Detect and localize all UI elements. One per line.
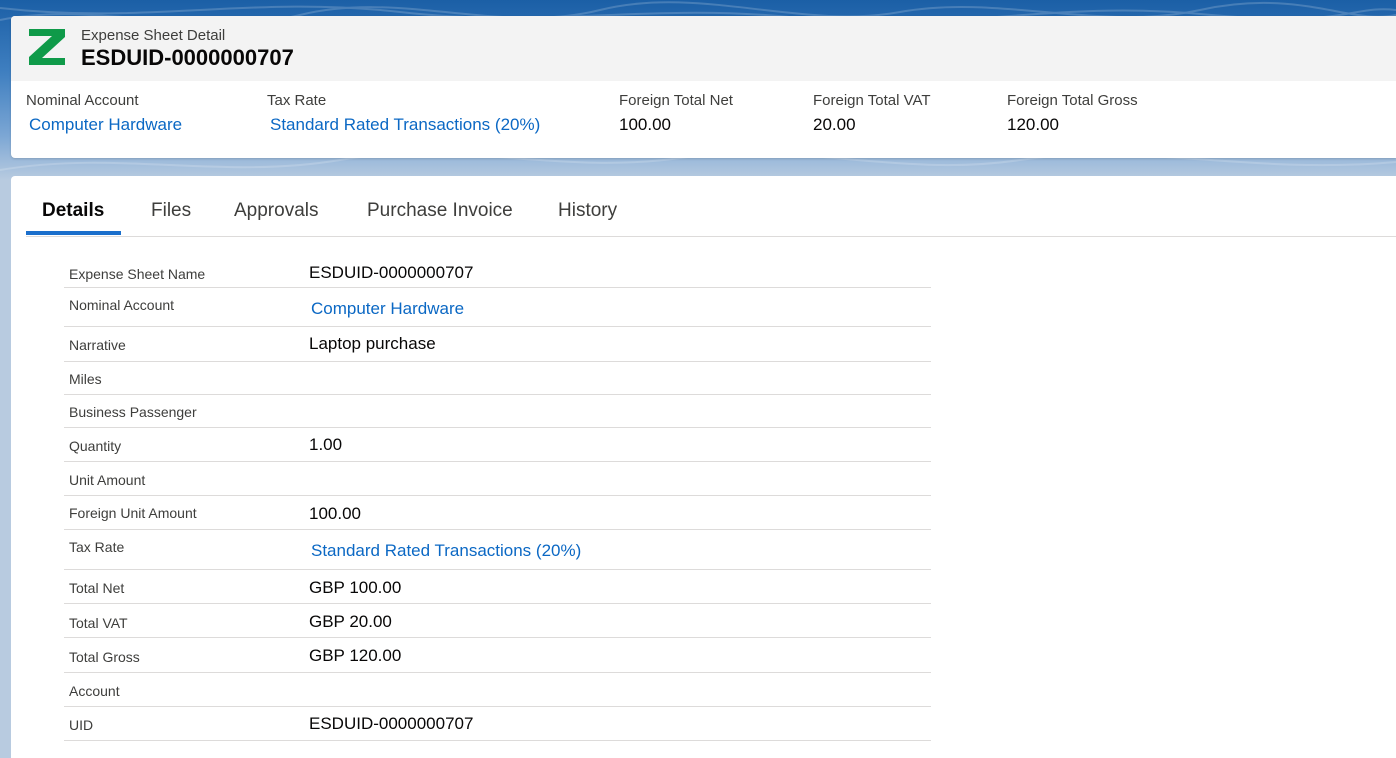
detail-value: GBP 120.00 [309, 646, 402, 665]
header-field-label-nominal-account: Nominal Account [26, 92, 139, 109]
detail-value: Laptop purchase [309, 334, 436, 353]
detail-row-foreign-unit-amount: Foreign Unit Amount 100.00 [64, 496, 931, 530]
detail-label: UID [69, 717, 94, 733]
detail-row-business-passenger: Business Passenger [64, 395, 931, 428]
record-detail-card: Details Files Approvals Purchase Invoice… [11, 176, 1396, 758]
detail-label: Nominal Account [69, 297, 175, 313]
header-field-link-nominal-account[interactable]: Computer Hardware [29, 115, 182, 135]
header-field-value-foreign-total-gross: 120.00 [1007, 115, 1059, 134]
detail-value: 1.00 [309, 435, 343, 454]
detail-row-unit-amount: Unit Amount [64, 462, 931, 496]
record-type-label: Expense Sheet Detail [81, 27, 226, 44]
active-tab-indicator [26, 231, 121, 235]
header-field-value-foreign-total-net: 100.00 [619, 115, 671, 134]
detail-label: Foreign Unit Amount [69, 505, 197, 521]
record-header: Expense Sheet Detail ESDUID-0000000707 N… [11, 16, 1396, 158]
detail-label: Quantity [69, 438, 122, 454]
detail-row-miles: Miles [64, 362, 931, 395]
detail-row-tax-rate: Tax Rate Standard Rated Transactions (20… [64, 530, 931, 570]
record-title: ESDUID-0000000707 [81, 45, 294, 70]
tab-files[interactable]: Files [151, 200, 191, 222]
tab-history[interactable]: History [558, 200, 617, 222]
header-field-link-tax-rate[interactable]: Standard Rated Transactions (20%) [270, 115, 540, 135]
tab-approvals[interactable]: Approvals [234, 200, 319, 222]
detail-label: Account [69, 683, 120, 699]
header-field-label-foreign-total-gross: Foreign Total Gross [1007, 92, 1138, 109]
detail-label: Narrative [69, 337, 126, 353]
header-field-label-foreign-total-net: Foreign Total Net [619, 92, 733, 109]
detail-label: Miles [69, 371, 102, 387]
detail-value: ESDUID-0000000707 [309, 263, 474, 282]
detail-row-total-vat: Total VAT GBP 20.00 [64, 604, 931, 638]
detail-link-tax-rate[interactable]: Standard Rated Transactions (20%) [311, 541, 581, 561]
detail-label: Total VAT [69, 615, 128, 631]
detail-value: GBP 20.00 [309, 612, 392, 631]
tab-details[interactable]: Details [42, 200, 104, 222]
detail-row-account: Account [64, 673, 931, 707]
detail-label: Expense Sheet Name [69, 266, 206, 282]
tab-bar: Details Files Approvals Purchase Invoice… [26, 176, 1396, 237]
detail-row-quantity: Quantity 1.00 [64, 428, 931, 462]
detail-value: ESDUID-0000000707 [309, 714, 474, 733]
detail-value: 100.00 [309, 504, 361, 523]
detail-label: Tax Rate [69, 539, 125, 555]
detail-row-total-net: Total Net GBP 100.00 [64, 570, 931, 604]
header-field-label-foreign-total-vat: Foreign Total VAT [813, 92, 931, 109]
detail-link-nominal-account[interactable]: Computer Hardware [311, 299, 464, 319]
header-field-value-foreign-total-vat: 20.00 [813, 115, 856, 134]
detail-label: Total Gross [69, 649, 140, 665]
detail-row-nominal-account: Nominal Account Computer Hardware [64, 288, 931, 327]
detail-row-narrative: Narrative Laptop purchase [64, 327, 931, 362]
tab-purchase-invoice[interactable]: Purchase Invoice [367, 200, 513, 222]
detail-label: Unit Amount [69, 472, 146, 488]
detail-value: GBP 100.00 [309, 578, 402, 597]
detail-label: Total Net [69, 580, 125, 596]
detail-row-uid: UID ESDUID-0000000707 [64, 707, 931, 741]
detail-row-total-gross: Total Gross GBP 120.00 [64, 638, 931, 673]
detail-row-expense-sheet-name: Expense Sheet Name ESDUID-0000000707 [64, 256, 931, 288]
header-field-label-tax-rate: Tax Rate [267, 92, 327, 109]
z-logo-icon [29, 29, 65, 65]
detail-label: Business Passenger [69, 404, 197, 420]
